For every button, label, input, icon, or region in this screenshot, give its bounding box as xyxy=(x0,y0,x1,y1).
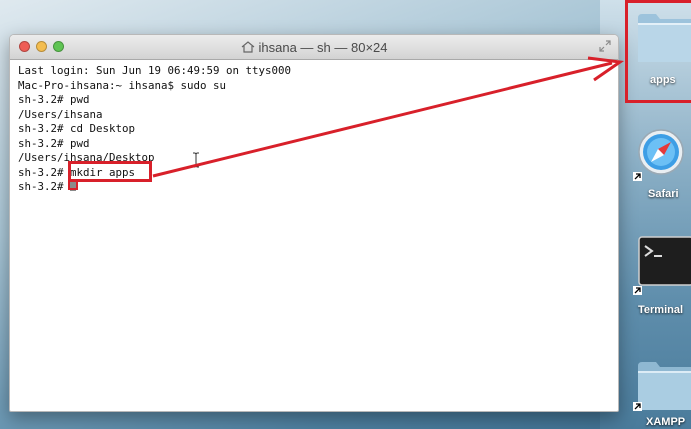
alias-arrow-icon xyxy=(633,402,642,411)
terminal-app-icon[interactable] xyxy=(638,236,691,286)
desktop-item-apps-label[interactable]: apps xyxy=(650,74,676,86)
safari-icon[interactable] xyxy=(637,128,685,176)
folder-icon[interactable] xyxy=(636,358,691,412)
alias-arrow-icon xyxy=(633,172,642,181)
desktop-item-xampp-label[interactable]: XAMPP xyxy=(646,416,685,428)
annotation-arrow xyxy=(152,56,625,178)
folder-icon[interactable] xyxy=(636,10,691,64)
desktop-item-terminal-label[interactable]: Terminal xyxy=(638,304,683,316)
desktop-item-safari-label[interactable]: Safari xyxy=(648,188,679,200)
alias-arrow-icon xyxy=(633,286,642,295)
